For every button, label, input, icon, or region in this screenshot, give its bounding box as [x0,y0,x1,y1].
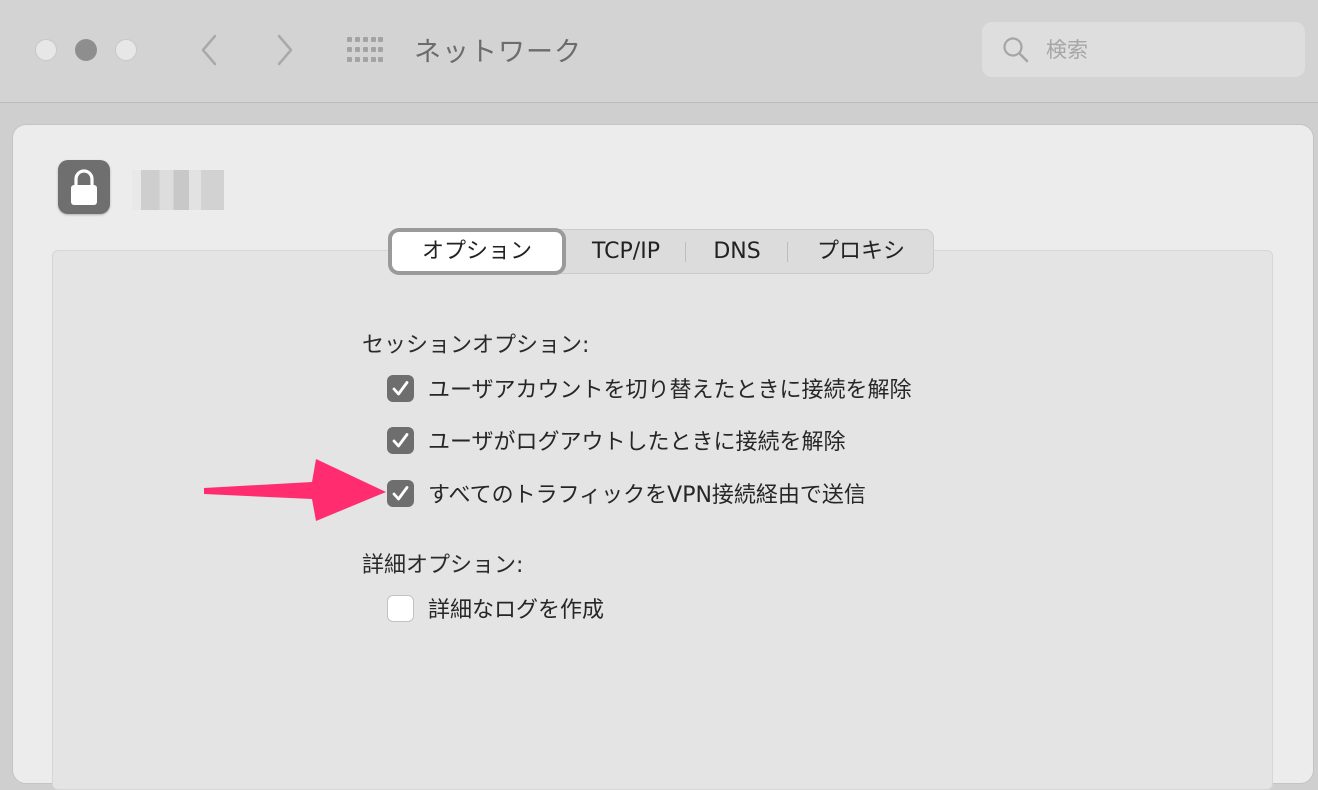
window-title: ネットワーク [414,37,582,68]
tab-bar: オプション TCP/IP DNS プロキシ [388,229,934,274]
lock-icon [71,169,97,205]
search-icon [1003,37,1029,63]
checkbox[interactable] [387,375,414,402]
checkbox[interactable] [387,480,414,507]
checkmark-icon [392,486,409,501]
chevron-left-icon [201,34,217,66]
forward-button[interactable] [270,30,300,70]
option-label: 詳細なログを作成 [428,598,605,623]
tab-options[interactable]: オプション [392,232,562,271]
checkmark-icon [392,381,409,396]
checkbox[interactable] [387,595,414,622]
connection-name-redacted [132,170,224,210]
annotation-arrow-icon [204,459,386,521]
close-window-button[interactable] [35,39,57,61]
option-label: すべてのトラフィックをVPN接続経由で送信 [428,483,866,508]
title-bar: ネットワーク [0,0,1318,103]
option-label: ユーザがログアウトしたときに接続を解除 [428,430,846,455]
back-button[interactable] [196,30,226,70]
tab-proxy[interactable]: プロキシ [799,230,923,273]
tab-dns[interactable]: DNS [689,230,785,273]
chevron-right-icon [277,34,293,66]
tab-tcpip[interactable]: TCP/IP [575,230,677,273]
option-label: ユーザアカウントを切り替えたときに接続を解除 [428,378,912,403]
grid-icon [347,37,383,62]
search-field[interactable] [982,22,1305,77]
show-all-grid-button[interactable] [347,37,383,63]
tab-divider [787,242,788,262]
minimize-window-button[interactable] [75,39,97,61]
tab-divider [685,242,686,262]
zoom-window-button[interactable] [115,39,137,61]
advanced-options-heading: 詳細オプション: [362,553,524,578]
search-input[interactable] [1044,32,1288,68]
checkbox[interactable] [387,427,414,454]
lock-button[interactable] [58,160,110,214]
session-options-heading: セッションオプション: [362,333,590,358]
checkmark-icon [392,433,409,448]
